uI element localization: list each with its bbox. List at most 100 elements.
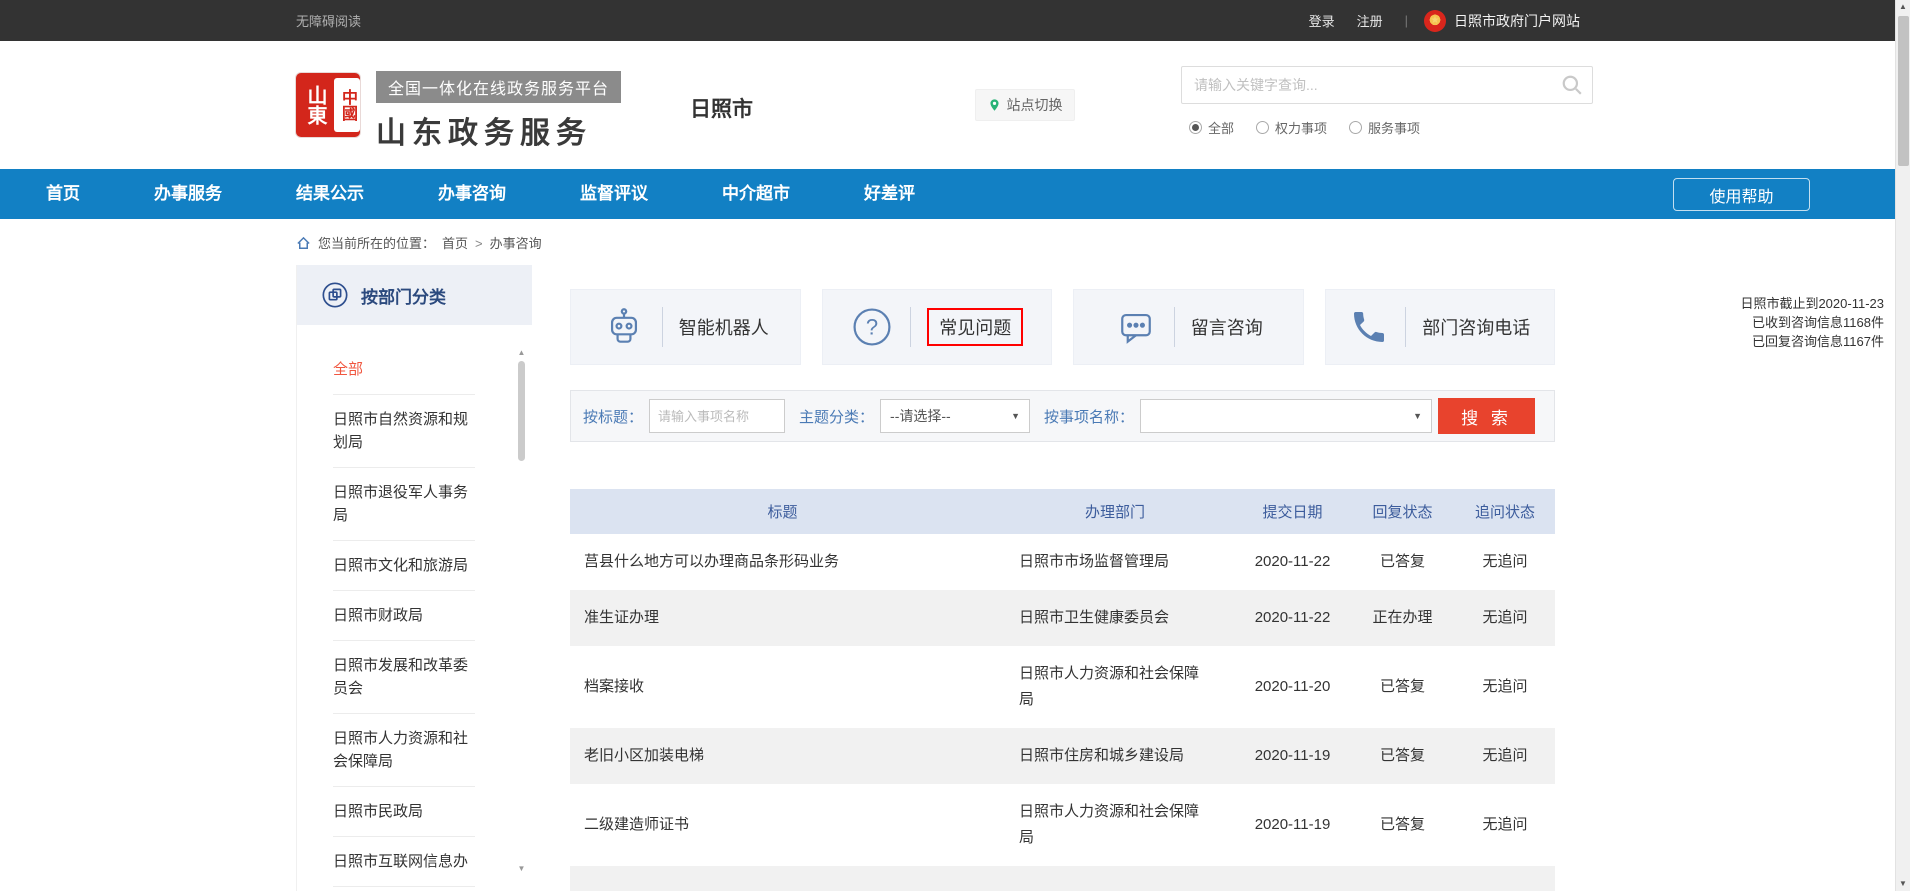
scroll-down-icon[interactable]: ▼ — [1896, 877, 1910, 891]
col-header-follow: 追问状态 — [1455, 501, 1555, 522]
main-panel: 智能机器人 ? 常见问题 留言咨询 — [570, 265, 1555, 891]
category-select-value: --请选择-- — [890, 406, 951, 426]
stats-line-deadline: 日照市截止到2020-11-23 — [1692, 294, 1884, 313]
platform-badge: 全国一体化在线政务服务平台 — [376, 71, 621, 103]
item-name-select[interactable]: ▼ — [1140, 399, 1432, 433]
scroll-down-icon[interactable]: ▼ — [515, 863, 528, 875]
category-select[interactable]: --请选择-- ▼ — [880, 399, 1030, 433]
scope-radio-all[interactable]: 全部 — [1189, 118, 1234, 137]
nav-item-intermediary[interactable]: 中介超市 — [692, 169, 820, 219]
accessibility-link[interactable]: 无障碍阅读 — [296, 11, 361, 30]
sidebar-item-natural-resources[interactable]: 日照市自然资源和规划局 — [333, 395, 475, 468]
portal-link[interactable]: 日照市政府门户网站 — [1454, 11, 1580, 31]
topbar-divider: | — [1405, 13, 1408, 28]
breadcrumb-separator: > — [475, 232, 483, 255]
logo-text: 全国一体化在线政务服务平台 山东政务服务 — [376, 71, 621, 152]
register-link[interactable]: 注册 — [1357, 11, 1383, 30]
row-dept: 日照市人力资源和社会保障局 — [995, 799, 1235, 851]
table-header-row: 标题 办理部门 提交日期 回复状态 追问状态 — [570, 489, 1555, 534]
breadcrumb-label: 您当前所在的位置： — [318, 232, 435, 255]
tab-label-message: 留言咨询 — [1191, 314, 1263, 340]
stats-line-replied: 已回复咨询信息1167件 — [1692, 332, 1884, 351]
row-reply-status: 已答复 — [1350, 812, 1455, 838]
topbar: 无障碍阅读 登录 注册 | ★ 日照市政府门户网站 — [0, 0, 1910, 41]
nav-item-supervision[interactable]: 监督评议 — [550, 169, 678, 219]
sidebar-item-civil-affairs[interactable]: 日照市民政局 — [333, 787, 475, 837]
scroll-up-icon[interactable]: ▲ — [1896, 0, 1910, 14]
col-header-title: 标题 — [570, 501, 995, 522]
seal-left-text: 山東 — [301, 78, 330, 132]
site-switch-button[interactable]: 站点切换 — [975, 89, 1075, 121]
nav-item-results[interactable]: 结果公示 — [266, 169, 394, 219]
main-navbar: 首页 办事服务 结果公示 办事咨询 监督评议 中介超市 好差评 使用帮助 — [0, 169, 1910, 219]
header: 山東 中國 全国一体化在线政务服务平台 山东政务服务 日照市 站点切换 全部 — [0, 41, 1910, 169]
nav-item-home[interactable]: 首页 — [16, 169, 110, 219]
table-row: 老旧小区加装电梯 日照市住房和城乡建设局 2020-11-19 已答复 无追问 — [570, 728, 1555, 784]
row-reply-status: 正在办理 — [1350, 605, 1455, 631]
sidebar-scrollbar-thumb[interactable] — [518, 361, 525, 461]
scope-radio-service[interactable]: 服务事项 — [1349, 118, 1420, 137]
row-title-link[interactable]: 老旧小区加装电梯 — [570, 743, 995, 769]
row-dept: 日照市市场监督管理局 — [995, 549, 1235, 575]
sidebar-item-culture-tourism[interactable]: 日照市文化和旅游局 — [333, 541, 475, 591]
national-emblem-icon: ★ — [1424, 10, 1446, 32]
row-title-link[interactable]: 准生证办理 — [570, 605, 995, 631]
filter-title-input[interactable] — [649, 399, 785, 433]
sidebar-item-human-resources[interactable]: 日照市人力资源和社会保障局 — [333, 714, 475, 787]
tab-phone-consult[interactable]: 部门咨询电话 — [1325, 289, 1556, 365]
sidebar-item-veterans[interactable]: 日照市退役军人事务局 — [333, 468, 475, 541]
tab-divider — [662, 307, 663, 347]
nav-item-services[interactable]: 办事服务 — [124, 169, 252, 219]
consult-tabs: 智能机器人 ? 常见问题 留言咨询 — [570, 289, 1555, 365]
row-follow-status: 无追问 — [1455, 812, 1555, 838]
search-magnifier-button[interactable] — [1552, 67, 1592, 103]
message-icon — [1114, 305, 1158, 349]
location-pin-icon — [988, 97, 1001, 113]
tab-smart-robot[interactable]: 智能机器人 — [570, 289, 801, 365]
page-scrollbar-thumb[interactable] — [1898, 16, 1909, 166]
keyword-search-input[interactable] — [1182, 77, 1552, 93]
tab-divider — [1174, 307, 1175, 347]
table-row-partial — [570, 866, 1555, 891]
magnifier-icon — [1561, 74, 1583, 96]
breadcrumb-home[interactable]: 首页 — [442, 232, 468, 255]
header-search-area: 全部 权力事项 服务事项 — [1181, 66, 1593, 137]
breadcrumb-current[interactable]: 办事咨询 — [490, 232, 542, 255]
sidebar-item-finance[interactable]: 日照市财政局 — [333, 591, 475, 641]
sidebar-item-all[interactable]: 全部 — [333, 345, 475, 395]
row-title-link[interactable]: 莒县什么地方可以办理商品条形码业务 — [570, 549, 995, 575]
login-link[interactable]: 登录 — [1309, 11, 1335, 30]
filter-search-button[interactable]: 搜 索 — [1438, 398, 1535, 434]
scope-radio-power[interactable]: 权力事项 — [1256, 118, 1327, 137]
sidebar-scrollbar[interactable]: ▲ ▼ — [515, 347, 528, 875]
filter-category-label: 主题分类： — [799, 406, 874, 427]
tab-faq[interactable]: ? 常见问题 — [822, 289, 1053, 365]
nav-item-rating[interactable]: 好差评 — [834, 169, 945, 219]
row-title-link[interactable]: 二级建造师证书 — [570, 812, 995, 838]
tab-label-phone: 部门咨询电话 — [1422, 314, 1530, 340]
sidebar-item-internet-info[interactable]: 日照市互联网信息办 — [333, 837, 475, 887]
sidebar-item-development-reform[interactable]: 日照市发展和改革委员会 — [333, 641, 475, 714]
scope-label: 服务事项 — [1368, 118, 1420, 137]
tab-message-consult[interactable]: 留言咨询 — [1073, 289, 1304, 365]
scroll-up-icon[interactable]: ▲ — [515, 347, 528, 359]
seal-right-text: 中國 — [334, 78, 360, 132]
col-header-date: 提交日期 — [1235, 501, 1350, 522]
row-date: 2020-11-22 — [1235, 605, 1350, 631]
department-sidebar: 按部门分类 全部 日照市自然资源和规划局 日照市退役军人事务局 日照市文化和旅游… — [296, 265, 532, 891]
consultation-stats: 日照市截止到2020-11-23 已收到咨询信息1168件 已回复咨询信息116… — [1692, 294, 1884, 351]
question-icon: ? — [850, 305, 894, 349]
robot-icon — [602, 305, 646, 349]
tab-label-smart-robot: 智能机器人 — [679, 314, 769, 340]
scope-label: 全部 — [1208, 118, 1234, 137]
row-dept: 日照市住房和城乡建设局 — [995, 743, 1235, 769]
row-title-link[interactable]: 档案接收 — [570, 674, 995, 700]
nav-item-consultation[interactable]: 办事咨询 — [408, 169, 536, 219]
radio-icon — [1256, 121, 1269, 134]
page-scrollbar[interactable]: ▲ ▼ — [1895, 0, 1910, 891]
search-scope-group: 全部 权力事项 服务事项 — [1189, 118, 1593, 137]
table-row: 二级建造师证书 日照市人力资源和社会保障局 2020-11-19 已答复 无追问 — [570, 784, 1555, 866]
row-date: 2020-11-22 — [1235, 549, 1350, 575]
help-button[interactable]: 使用帮助 — [1673, 178, 1810, 211]
site-switch-label: 站点切换 — [1007, 95, 1063, 115]
